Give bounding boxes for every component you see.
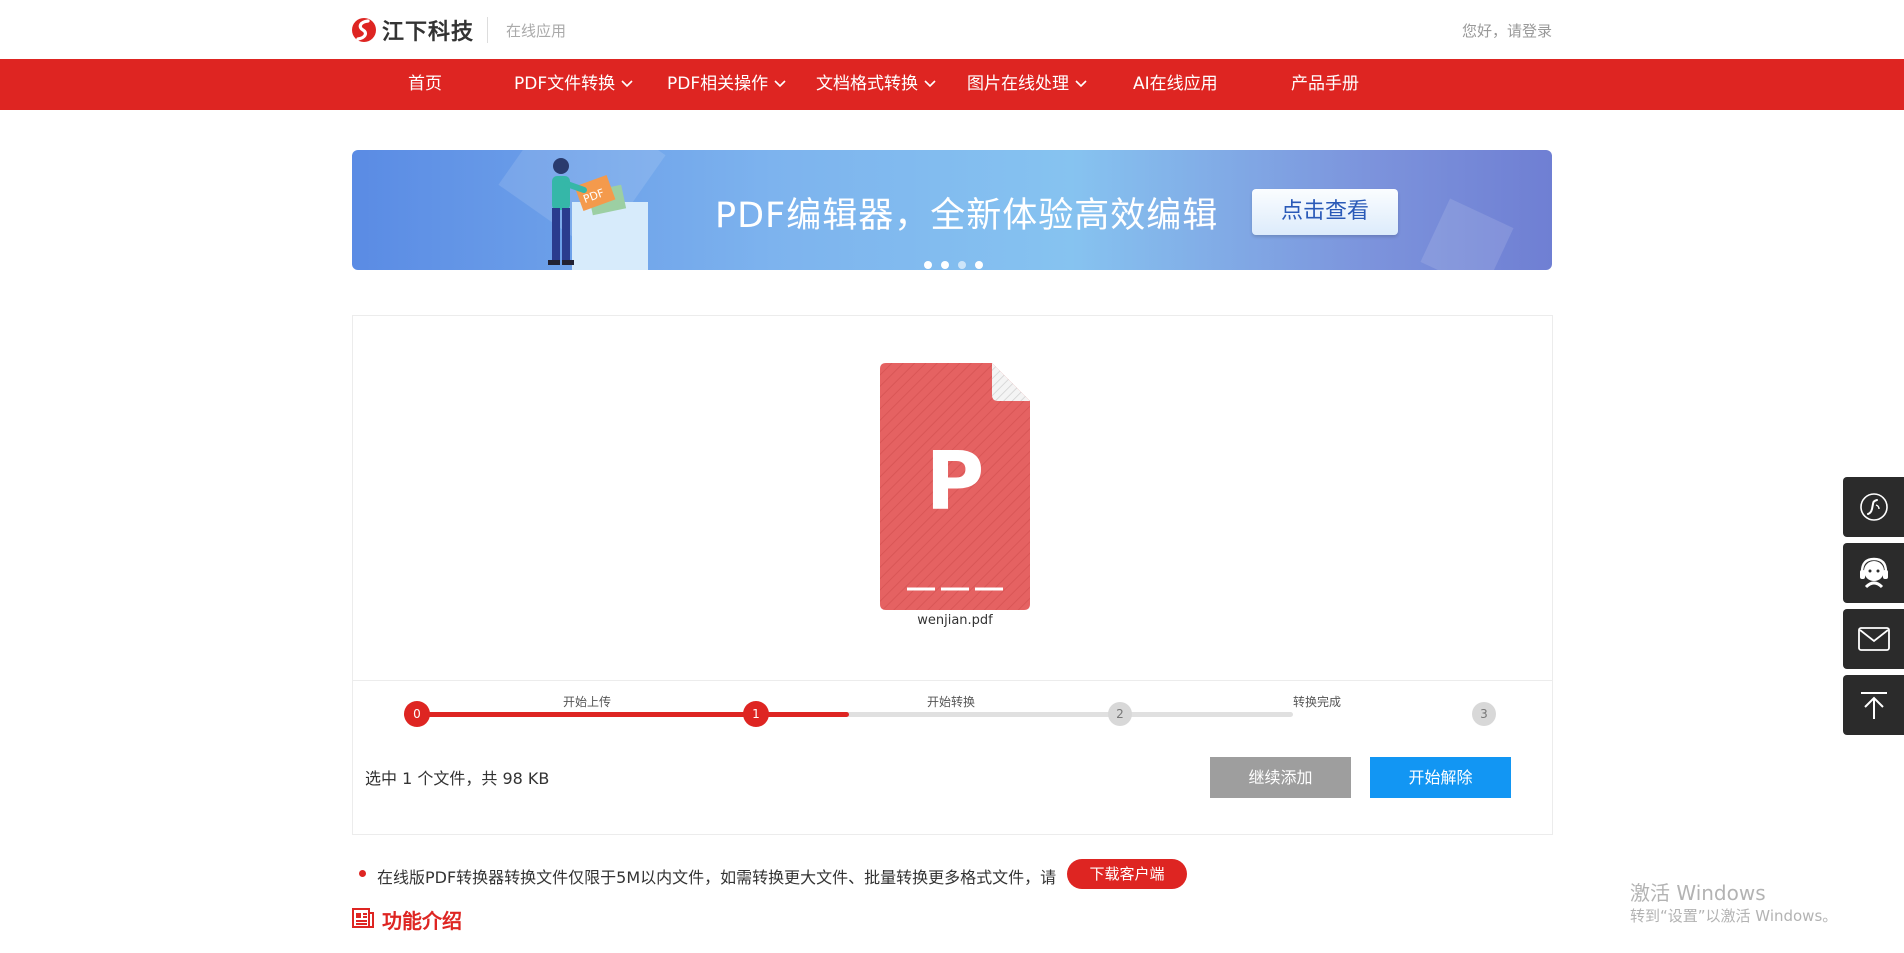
continue-add-button[interactable]: 继续添加 <box>1210 757 1351 798</box>
brand-name[interactable]: 江下科技 <box>382 14 474 46</box>
windows-activation-title: 激活 Windows <box>1630 881 1766 905</box>
chevron-down-icon <box>774 80 786 88</box>
header-subtitle: 在线应用 <box>506 22 567 40</box>
nav-item-image-tools[interactable]: 图片在线处理 <box>967 59 1087 110</box>
mail-icon <box>1857 627 1890 651</box>
step-2-marker: 2 <box>1108 702 1132 726</box>
nav-item-home[interactable]: 首页 <box>408 59 442 110</box>
banner-dot[interactable] <box>941 261 949 269</box>
upload-panel: P wenjian.pdf 0 1 2 3 开始上传 开始转换 转换完成 选中 … <box>352 315 1553 835</box>
back-to-top-icon <box>1860 692 1887 719</box>
notice-bullet <box>359 870 366 877</box>
header-divider <box>487 17 488 43</box>
feature-intro-icon <box>352 908 374 928</box>
step-label-convert: 开始转换 <box>927 695 976 709</box>
nav-item-manual[interactable]: 产品手册 <box>1291 59 1359 110</box>
banner-title: PDF编辑器，全新体验高效编辑 <box>715 196 1219 236</box>
banner-illustration-icon: PDF <box>548 158 648 270</box>
side-service-button[interactable] <box>1843 543 1904 603</box>
start-unlock-button[interactable]: 开始解除 <box>1370 757 1511 798</box>
brand-logo-icon[interactable] <box>351 16 377 44</box>
side-phone-button[interactable] <box>1843 477 1904 537</box>
banner-decoration <box>1420 198 1514 270</box>
chevron-down-icon <box>621 80 633 88</box>
chevron-down-icon <box>924 80 936 88</box>
banner-dot[interactable] <box>958 261 966 269</box>
windows-activation-hint: 转到“设置”以激活 Windows。 <box>1630 907 1838 925</box>
download-client-button[interactable]: 下载客户端 <box>1067 859 1187 889</box>
step-3-marker: 3 <box>1472 702 1496 726</box>
promo-banner[interactable]: PDF PDF编辑器，全新体验高效编辑 点击查看 <box>352 150 1552 270</box>
nav-item-pdf-operations[interactable]: PDF相关操作 <box>667 59 786 110</box>
nav-item-doc-format[interactable]: 文档格式转换 <box>816 59 936 110</box>
selected-files-info: 选中 1 个文件，共 98 KB <box>365 769 550 788</box>
side-top-button[interactable] <box>1843 675 1904 735</box>
main-nav: 首页 PDF文件转换 PDF相关操作 文档格式转换 图片在线处理 AI在线应用 … <box>0 59 1904 110</box>
banner-pagination <box>924 254 992 270</box>
login-link[interactable]: 您好，请登录 <box>1462 20 1552 41</box>
step-1-marker: 1 <box>743 701 769 727</box>
banner-view-button[interactable]: 点击查看 <box>1252 189 1398 235</box>
nav-item-pdf-convert[interactable]: PDF文件转换 <box>514 59 633 110</box>
file-type-letter: P <box>925 435 985 528</box>
panel-divider <box>353 680 1552 681</box>
nav-item-ai-apps[interactable]: AI在线应用 <box>1133 59 1218 110</box>
customer-service-icon <box>1859 557 1888 589</box>
step-0-marker: 0 <box>404 701 430 727</box>
phone-icon <box>1859 493 1888 521</box>
notice-text: 在线版PDF转换器转换文件仅限于5M以内文件，如需转换更大文件、批量转换更多格式… <box>377 868 1057 887</box>
chevron-down-icon <box>1075 80 1087 88</box>
file-name: wenjian.pdf <box>917 613 993 628</box>
step-label-upload: 开始上传 <box>563 695 612 709</box>
feature-intro-title: 功能介绍 <box>382 909 462 933</box>
side-mail-button[interactable] <box>1843 609 1904 669</box>
step-label-complete: 转换完成 <box>1293 695 1342 709</box>
top-header: 江下科技 在线应用 您好，请登录 <box>0 0 1904 59</box>
banner-dot[interactable] <box>975 261 983 269</box>
progress-fill <box>404 712 849 717</box>
banner-dot[interactable] <box>924 261 932 269</box>
